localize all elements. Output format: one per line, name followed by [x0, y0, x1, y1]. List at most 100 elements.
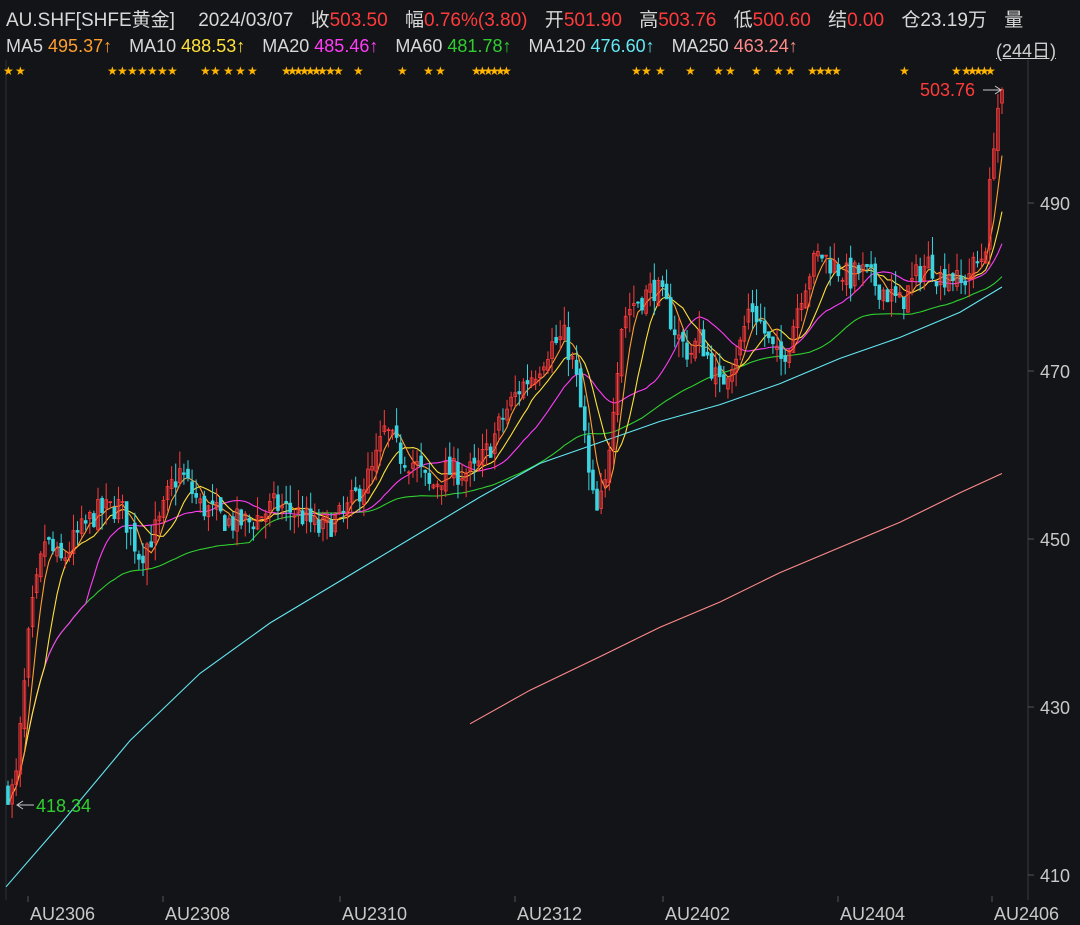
ma10-line — [7, 211, 1003, 805]
candle-body — [640, 298, 644, 311]
signal-star-icon: ★ — [353, 64, 364, 78]
change-value: 0.76%(3.80) — [424, 10, 528, 31]
candle-body — [398, 442, 403, 464]
high-annotation: 503.76 — [920, 80, 1002, 100]
candle-body — [660, 280, 665, 287]
signal-star-icon: ★ — [831, 64, 842, 78]
candle-body — [664, 283, 669, 300]
ma120-value: 476.60↑ — [590, 36, 655, 56]
candle-body — [300, 510, 305, 525]
candle-body — [857, 265, 861, 274]
candle-body — [83, 520, 88, 524]
signal-star-icon: ★ — [985, 64, 996, 78]
low-annotation: 418.34 — [16, 796, 91, 816]
ma5-value: 495.37↑ — [48, 36, 113, 56]
high-value: 503.76 — [658, 10, 717, 31]
candle-body — [92, 513, 96, 527]
candle-body — [456, 461, 460, 485]
y-tick-label: 450 — [1040, 530, 1070, 550]
candle-body — [329, 519, 333, 537]
signal-star-icon: ★ — [15, 64, 26, 78]
ma120-label: MA120 — [528, 36, 586, 56]
signal-star-icon: ★ — [713, 64, 724, 78]
x-tick-label: AU2406 — [994, 904, 1059, 924]
x-axis-ticks: AU2306 AU2308 AU2310 AU2312 AU2402 AU2404 AU24… — [27, 896, 1059, 924]
x-tick-label: AU2306 — [30, 904, 95, 924]
signal-star-icon: ★ — [501, 64, 512, 78]
candle-body — [173, 481, 178, 488]
candle-body — [942, 269, 947, 288]
candle-body — [652, 279, 657, 302]
signal-star-icon: ★ — [641, 64, 652, 78]
signal-star-icon: ★ — [223, 64, 234, 78]
ma60-value: 481.78↑ — [447, 36, 512, 56]
quote-date: 2024/03/07 — [198, 10, 294, 31]
candle-body — [783, 355, 788, 362]
candle-body — [218, 497, 223, 512]
candle-body — [893, 286, 898, 297]
candle-body — [222, 515, 227, 531]
signal-star-icon: ★ — [423, 64, 434, 78]
candle-body — [6, 785, 10, 805]
x-tick-label: AU2402 — [665, 904, 730, 924]
candle-body — [341, 510, 346, 513]
oi-label: 仓 — [901, 10, 921, 31]
candle-body — [771, 336, 775, 345]
candle-body — [681, 332, 685, 342]
candle-body — [317, 519, 321, 533]
signal-star-icon: ★ — [899, 64, 910, 78]
candle-body — [202, 495, 207, 517]
signal-star-icon: ★ — [435, 64, 446, 78]
change-label: 幅 — [404, 10, 424, 31]
ma-legend: MA5 495.37↑ MA10 488.53↑ MA20 485.46↑ MA… — [6, 36, 1080, 57]
close-label: 收 — [310, 10, 330, 31]
high-annotation-label: 503.76 — [920, 80, 975, 100]
candle-body — [141, 555, 145, 564]
x-tick-label: AU2308 — [165, 904, 230, 924]
candle-body — [423, 469, 428, 473]
signal-star-icon: ★ — [167, 64, 178, 78]
y-tick-label: 470 — [1040, 362, 1070, 382]
candle-body — [288, 502, 293, 513]
x-tick-label: AU2312 — [517, 904, 582, 924]
y-axis-ticks: 410 430 450 470 490 — [1028, 194, 1070, 886]
candle-body — [247, 517, 252, 523]
low-value: 500.60 — [752, 10, 811, 31]
candle-body — [975, 261, 980, 264]
signal-star-icon: ★ — [210, 64, 221, 78]
candle-body — [47, 537, 51, 540]
y-tick-label: 430 — [1040, 698, 1070, 718]
candlestick-chart[interactable]: ★ ★ ★ ★ ★ ★ ★ ★ ★ ★ ★ ★ ★ ★ ★★★★★★★★★ ★ ★ ★ ★ ★★★★★★ ★ ★ ★ ★ ★ ★ ★… — [0, 60, 1080, 925]
ma5-label: MA5 — [6, 36, 44, 56]
candle-body — [308, 508, 313, 523]
high-label: 高 — [639, 10, 659, 31]
candle-body — [767, 331, 771, 339]
candle-body — [149, 541, 153, 548]
candle-body — [427, 472, 432, 484]
candle-body — [186, 468, 190, 479]
signal-star-icon: ★ — [235, 64, 246, 78]
candle-body — [595, 488, 599, 511]
candle-body — [636, 301, 640, 304]
y-tick-label: 410 — [1040, 866, 1070, 886]
candle-body — [779, 341, 783, 359]
candle-body — [525, 380, 530, 385]
candle-body — [885, 289, 890, 303]
candle-body — [754, 305, 759, 323]
candle-body — [190, 481, 194, 494]
candle-body — [128, 526, 133, 530]
signal-star-icon: ★ — [3, 64, 14, 78]
signal-star-icon: ★ — [773, 64, 784, 78]
ma60-line — [7, 276, 1003, 805]
candle-body — [112, 507, 117, 520]
volume-label: 量 — [1004, 10, 1024, 31]
candles — [6, 87, 1004, 818]
ma250-label: MA250 — [671, 36, 729, 56]
signal-star-icon: ★ — [333, 64, 344, 78]
candle-body — [357, 488, 362, 502]
candle-body — [59, 542, 63, 559]
candle-body — [836, 264, 841, 277]
candle-body — [566, 327, 571, 360]
y-tick-label: 490 — [1040, 194, 1070, 214]
candle-body — [848, 257, 853, 289]
